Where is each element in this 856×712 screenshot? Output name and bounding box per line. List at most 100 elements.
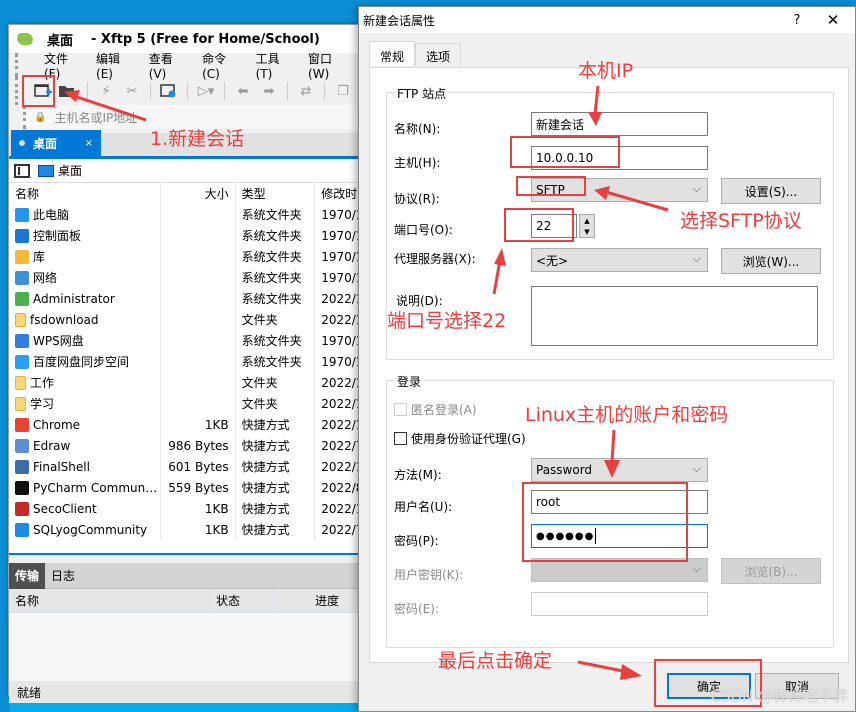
passphrase-input[interactable] <box>531 592 708 616</box>
name-input[interactable]: 新建会话 <box>531 112 708 136</box>
host-label: 主机(H): <box>394 156 441 170</box>
file-row[interactable]: 控制面板 系统文件夹1970/1 <box>9 225 359 246</box>
file-row[interactable]: 学习 文件夹2022/1 <box>9 393 359 414</box>
method-value: Password <box>536 463 593 477</box>
menu-edit[interactable]: 编辑(E) <box>90 50 143 81</box>
file-row[interactable]: Edraw 986 Bytes快捷方式2022/7 <box>9 435 359 456</box>
file-name-cell: FinalShell <box>9 459 160 474</box>
file-size <box>160 225 235 246</box>
path-text[interactable]: 桌面 <box>58 162 82 179</box>
description-textarea[interactable] <box>531 286 818 346</box>
new-session-button[interactable] <box>32 81 54 101</box>
file-name: 百度网盘同步空间 <box>33 355 130 369</box>
password-label: 密码(P): <box>394 534 439 548</box>
browse-key-button[interactable]: 浏览(B)... <box>721 558 821 584</box>
chevron-down-icon: ⌵ <box>692 182 701 195</box>
text-caret <box>595 528 597 544</box>
file-row[interactable]: Administrator 系统文件夹2022/1 <box>9 288 359 309</box>
col-type-header[interactable]: 类型 <box>234 183 315 204</box>
file-row[interactable]: fsdownload 文件夹2022/1 <box>9 309 359 330</box>
transfer-col-name[interactable]: 名称 <box>9 592 209 609</box>
file-date: 1970/1 <box>314 225 359 246</box>
general-tab-panel: FTP 站点 名称(N): 新建会话 主机(H): 10.0.0.10 协议(R… <box>369 67 849 663</box>
file-type: 系统文件夹 <box>234 246 315 267</box>
tab-general[interactable]: 常规 <box>369 41 416 66</box>
menu-view[interactable]: 查看(V) <box>143 50 196 81</box>
menu-file[interactable]: 文件(F) <box>38 50 90 81</box>
new-session-icon <box>34 84 52 97</box>
browse-proxy-button[interactable]: 浏览(W)... <box>721 248 821 274</box>
transfer-col-status[interactable]: 状态 <box>209 589 274 612</box>
file-type: 快捷方式 <box>234 414 315 435</box>
secoclient-icon <box>15 501 29 516</box>
username-input[interactable]: root <box>531 490 708 514</box>
toolbar-separator <box>187 82 188 100</box>
file-type: 文件夹 <box>234 393 315 414</box>
forward-arrow-icon[interactable]: ➡ <box>258 81 280 101</box>
anonymous-checkbox[interactable]: 匿名登录(A) <box>394 401 477 418</box>
file-date: 2022/1 <box>314 456 359 477</box>
file-date: 2022/1 <box>314 288 359 309</box>
settings-button[interactable]: 设置(S)... <box>721 178 821 204</box>
file-row[interactable]: 百度网盘同步空间 系统文件夹1970/1 <box>9 351 359 372</box>
col-date-header[interactable]: 修改时 <box>314 183 359 204</box>
method-select[interactable]: Password ⌵ <box>531 458 708 482</box>
transfer-col-progress[interactable]: 进度 <box>274 589 359 612</box>
userkey-select[interactable]: ⌵ <box>531 558 708 582</box>
port-spinner[interactable]: ▲ ▼ <box>579 214 595 238</box>
tab-close-icon[interactable]: × <box>85 138 93 149</box>
menu-command[interactable]: 命令(C) <box>196 50 250 81</box>
col-name-header[interactable]: 名称 <box>9 185 160 202</box>
tab-options[interactable]: 选项 <box>415 43 462 66</box>
file-row[interactable]: SecoClient 1KB快捷方式2022/1 <box>9 498 359 519</box>
file-row[interactable]: 工作 文件夹2022/1 <box>9 372 359 393</box>
spin-up-icon[interactable]: ▲ <box>580 215 594 226</box>
file-size <box>160 330 235 351</box>
connect-button[interactable]: ⚡ <box>95 81 117 101</box>
file-name-cell: SQLyogCommunity <box>9 522 160 537</box>
panel-toggle-icon[interactable] <box>14 163 30 178</box>
host-input[interactable]: 10.0.0.10 <box>531 146 708 170</box>
finalshell-icon <box>15 459 29 474</box>
password-input[interactable]: ●●●●●● <box>531 524 708 548</box>
tab-desktop[interactable]: 桌面 × <box>11 130 101 156</box>
port-input[interactable]: 22 <box>531 214 577 238</box>
disconnect-button[interactable]: ✂ <box>121 81 143 101</box>
file-name: Administrator <box>33 291 115 306</box>
menu-tools[interactable]: 工具(T) <box>250 50 302 81</box>
proxy-select[interactable]: <无> ⌵ <box>531 248 708 272</box>
file-row[interactable]: Chrome 1KB快捷方式2022/1 <box>9 414 359 435</box>
file-row[interactable]: PyCharm Communit...559 Bytes快捷方式2022/8 <box>9 477 359 498</box>
menu-window[interactable]: 窗口(W) <box>302 50 359 81</box>
auth-agent-checkbox[interactable]: 使用身份验证代理(G) <box>394 430 526 447</box>
toolbar-separator <box>287 82 288 100</box>
copy-icon[interactable]: ❐ <box>332 81 354 101</box>
file-row[interactable]: 此电脑 系统文件夹1970/1 <box>9 204 359 225</box>
file-row[interactable]: SQLyogCommunity 1KB快捷方式2022/7 <box>9 519 359 540</box>
play-button[interactable]: ▷▾ <box>195 81 217 101</box>
file-name: 学习 <box>30 397 55 411</box>
file-name-cell: 控制面板 <box>9 227 160 244</box>
file-row[interactable]: 库 系统文件夹1970/1 <box>9 246 359 267</box>
cloud-icon <box>15 333 29 348</box>
session-settings-button[interactable] <box>158 81 180 101</box>
file-name: Edraw <box>33 438 71 453</box>
col-size-header[interactable]: 大小 <box>160 183 235 204</box>
file-row[interactable]: 网络 系统文件夹1970/1 <box>9 267 359 288</box>
tab-transfer[interactable]: 传输 <box>9 562 46 589</box>
file-row[interactable]: FinalShell 601 Bytes快捷方式2022/1 <box>9 456 359 477</box>
spin-down-icon[interactable]: ▼ <box>580 226 594 237</box>
sync-icon[interactable]: ⇄ <box>295 81 317 101</box>
close-button[interactable]: ✕ <box>811 11 855 29</box>
file-size <box>160 246 235 267</box>
back-arrow-icon[interactable]: ⬅ <box>232 81 254 101</box>
file-name-cell: 工作 <box>9 374 160 391</box>
protocol-select[interactable]: SFTP ⌵ <box>531 178 708 202</box>
file-date: 2022/1 <box>314 498 359 519</box>
file-row[interactable]: WPS网盘 系统文件夹1970/1 <box>9 330 359 351</box>
tab-log[interactable]: 日志 <box>45 563 81 589</box>
open-button[interactable] <box>58 81 80 101</box>
chevron-down-icon: ⌵ <box>692 252 701 265</box>
file-name: 网络 <box>33 271 58 285</box>
help-button[interactable]: ? <box>783 13 811 28</box>
